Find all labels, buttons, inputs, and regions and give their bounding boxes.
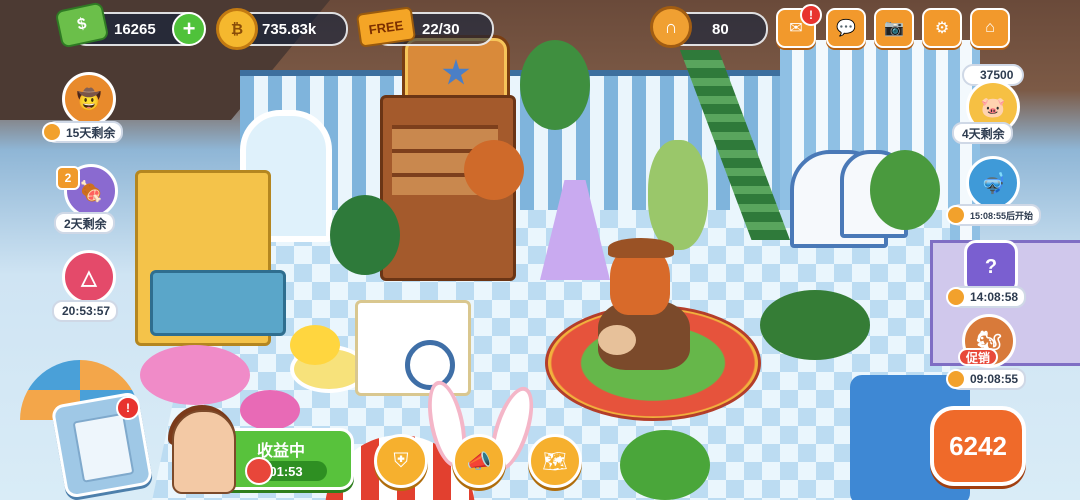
diving-timer: 15:08:55后开始 xyxy=(946,204,1042,226)
coin-icon: ₿ xyxy=(216,8,258,50)
ticket-value: 22/30 xyxy=(422,20,460,38)
task-badge: ! xyxy=(116,396,140,420)
rubber-duck[interactable] xyxy=(290,325,340,365)
star-icon xyxy=(442,59,470,85)
fern-plant xyxy=(760,290,870,360)
dino-customer[interactable] xyxy=(648,140,708,250)
piggy-timer: 4天剩余 xyxy=(952,122,1013,144)
tropical-plant xyxy=(330,195,400,275)
squid-event-timer: 20:53:57 xyxy=(52,300,119,322)
bartender-character[interactable] xyxy=(464,140,524,200)
cowboy-event-button[interactable]: 🤠 xyxy=(62,72,116,126)
question-icon: ? xyxy=(984,255,998,278)
manager-avatar xyxy=(172,410,236,494)
clock-icon xyxy=(946,369,966,389)
promo-label-text: 促销 xyxy=(966,350,991,365)
megaphone-icon: 📣 xyxy=(466,450,492,473)
game-scene: 16265 $ + 735.83k ₿ 22/30 FREE 80 ∩ ✉ ! … xyxy=(0,0,1080,500)
staff-button[interactable]: ⛨ xyxy=(374,434,428,488)
piggy-timer-text: 4天剩余 xyxy=(962,126,1005,141)
score-button[interactable]: 6242 xyxy=(930,406,1026,486)
cash-value: 16265 xyxy=(114,20,156,38)
level-event-timer-text: 2天剩余 xyxy=(64,216,107,231)
flower-bed-2 xyxy=(240,390,300,430)
chat-button[interactable]: 💬 xyxy=(826,8,866,48)
mystery-timer: 14:08:58 xyxy=(946,286,1027,308)
cowboy-hat-icon: 🤠 xyxy=(76,88,102,111)
squid-event-timer-text: 20:53:57 xyxy=(62,304,111,318)
map-icon: 🗺 xyxy=(542,450,568,473)
ship-wheel-icon xyxy=(405,340,455,390)
diving-event-button[interactable]: 🤿 xyxy=(966,156,1020,210)
add-cash-button[interactable]: + xyxy=(172,12,206,46)
promo-label: 促销 xyxy=(958,348,999,366)
diving-timer-text: 15:08:55后开始 xyxy=(970,210,1034,221)
horseshoe-value: 80 xyxy=(712,20,729,38)
bone-icon: 🍖 xyxy=(78,180,104,203)
cowboy-hat xyxy=(608,238,674,258)
bush xyxy=(620,430,710,500)
cowboy-event-timer: 15天剩余 xyxy=(42,121,124,143)
stopwatch-icon xyxy=(245,457,273,485)
piggy-bank-icon: 🐷 xyxy=(980,96,1006,119)
map-button[interactable]: 🗺 xyxy=(528,434,582,488)
shield-icon: ⛨ xyxy=(393,449,409,472)
score-value: 6242 xyxy=(949,430,1007,461)
sink-counter[interactable] xyxy=(150,270,286,336)
home-icon: ⌂ xyxy=(985,19,995,36)
camera-button[interactable]: 📷 xyxy=(874,8,914,48)
clock-icon xyxy=(946,287,966,307)
mail-icon: ✉ xyxy=(789,20,803,37)
triangle-icon: △ xyxy=(81,266,97,289)
cowboy-event-timer-text: 15天剩余 xyxy=(66,125,116,140)
clipboard-icon xyxy=(72,412,135,483)
clock-icon xyxy=(946,205,966,225)
clock-icon xyxy=(42,122,62,142)
diving-mask-icon: 🤿 xyxy=(980,172,1006,195)
mystery-timer-text: 14:08:58 xyxy=(970,290,1019,304)
promo-timer: 09:08:55 xyxy=(946,368,1027,390)
promote-button[interactable]: 📣 xyxy=(452,434,506,488)
bull-face xyxy=(598,325,636,355)
squid-event-button[interactable]: △ xyxy=(62,250,116,304)
gear-icon: ⚙ xyxy=(934,20,950,37)
flower-bed xyxy=(140,345,250,405)
potted-palm xyxy=(870,150,940,230)
chat-icon: 💬 xyxy=(836,20,856,37)
home-button[interactable]: ⌂ xyxy=(970,8,1010,48)
mail-badge: ! xyxy=(800,4,822,26)
settings-button[interactable]: ⚙ xyxy=(922,8,962,48)
horseshoe-icon: ∩ xyxy=(650,6,692,48)
camera-icon: 📷 xyxy=(884,20,904,37)
level-badge: 2 xyxy=(56,166,80,190)
coin-value: 735.83k xyxy=(262,20,317,38)
level-event-timer: 2天剩余 xyxy=(54,212,115,234)
promo-timer-text: 09:08:55 xyxy=(970,372,1019,386)
palm-plant xyxy=(520,40,590,130)
